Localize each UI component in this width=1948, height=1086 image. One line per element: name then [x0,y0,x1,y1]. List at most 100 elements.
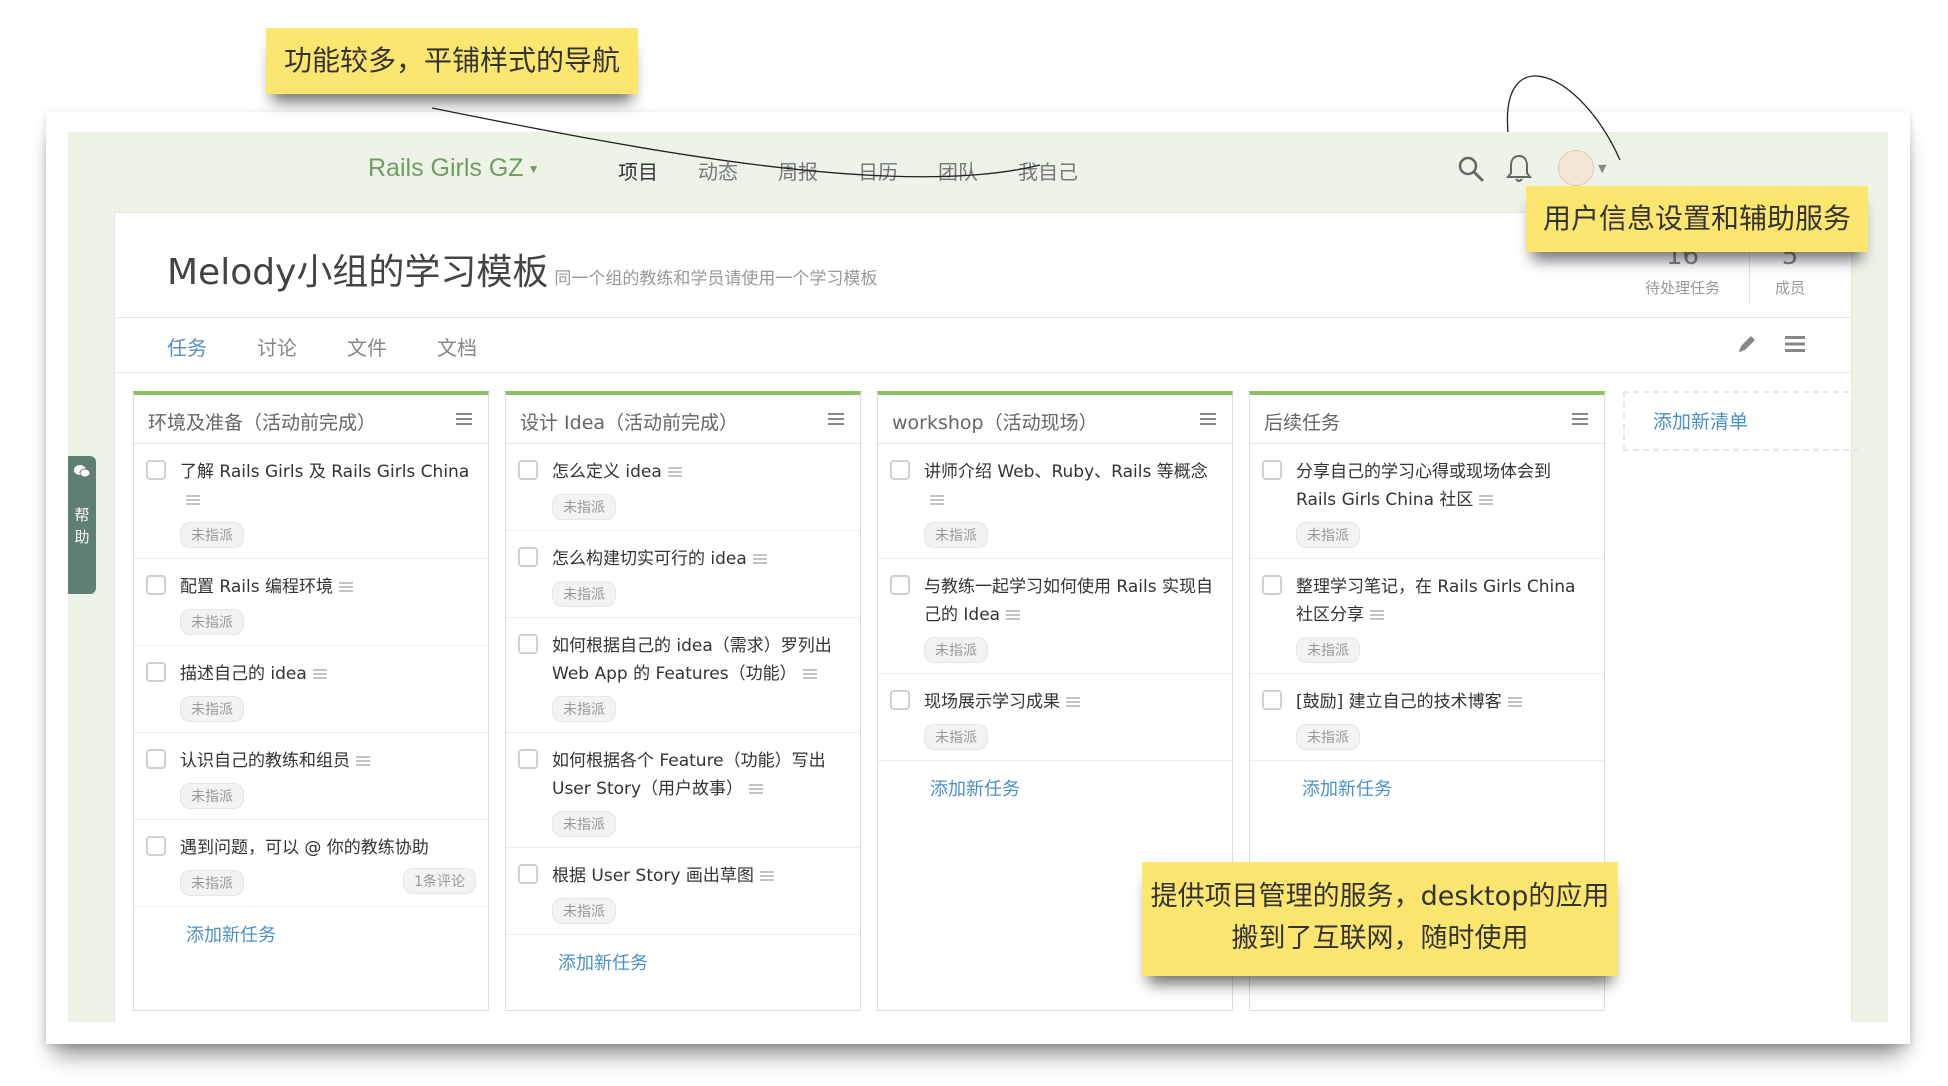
task-item[interactable]: 如何根据自己的 idea（需求）罗列出 Web App 的 Features（功… [506,618,860,733]
pencil-icon[interactable] [1735,332,1759,356]
note-lines-icon [930,495,944,505]
note-lines-icon [1507,697,1522,707]
nav-item-weekly[interactable]: 周报 [778,156,818,185]
task-checkbox[interactable] [146,749,166,769]
list-menu-icon[interactable] [1570,409,1590,429]
task-title: 现场展示学习成果 [924,692,1060,712]
task-item[interactable]: 怎么定义 idea 未指派 [506,444,860,531]
list-header: 后续任务 [1250,395,1604,444]
assignee-badge[interactable]: 未指派 [1296,724,1360,750]
task-title: 与教练一起学习如何使用 Rails 实现自己的 Idea [924,577,1213,625]
task-item[interactable]: 遇到问题，可以 @ 你的教练协助 未指派 1条评论 [134,820,488,907]
task-checkbox[interactable] [1262,690,1282,710]
task-title: 如何根据自己的 idea（需求）罗列出 Web App 的 Features（功… [552,636,832,684]
comment-count-badge[interactable]: 1条评论 [403,868,476,894]
task-item[interactable]: 讲师介绍 Web、Ruby、Rails 等概念 未指派 [878,444,1232,559]
task-item[interactable]: 了解 Rails Girls 及 Rails Girls China 未指派 [134,444,488,559]
add-task-link[interactable]: 添加新任务 [506,935,860,975]
task-item[interactable]: 现场展示学习成果 未指派 [878,674,1232,761]
task-checkbox[interactable] [890,575,910,595]
task-item[interactable]: 认识自己的教练和组员 未指派 [134,733,488,820]
assignee-badge[interactable]: 未指派 [552,494,616,520]
tab-discussion[interactable]: 讨论 [257,332,297,361]
task-title: 怎么构建切实可行的 idea [552,549,747,569]
task-title: 讲师介绍 Web、Ruby、Rails 等概念 [924,462,1208,482]
assignee-badge[interactable]: 未指派 [180,522,244,548]
task-item[interactable]: 根据 User Story 画出草图 未指派 [506,848,860,935]
task-checkbox[interactable] [146,662,166,682]
task-item[interactable]: 与教练一起学习如何使用 Rails 实现自己的 Idea 未指派 [878,559,1232,674]
assignee-badge[interactable]: 未指派 [552,811,616,837]
nav-item-calendar[interactable]: 日历 [858,156,898,185]
assignee-badge[interactable]: 未指派 [180,609,244,635]
assignee-badge[interactable]: 未指派 [552,696,616,722]
note-lines-icon [356,756,370,766]
assignee-badge[interactable]: 未指派 [180,870,244,896]
assignee-badge[interactable]: 未指派 [924,724,988,750]
assignee-badge[interactable]: 未指派 [180,783,244,809]
task-title: 怎么定义 idea [552,462,662,482]
task-item[interactable]: 配置 Rails 编程环境 未指派 [134,559,488,646]
search-icon[interactable] [1456,154,1486,184]
team-switcher[interactable]: Rails Girls GZ ▼ [368,154,539,183]
task-item[interactable]: 整理学习笔记，在 Rails Girls China 社区分享 未指派 [1250,559,1604,674]
nav-item-projects[interactable]: 项目 [618,156,658,185]
add-task-link[interactable]: 添加新任务 [1250,761,1604,801]
add-list-link[interactable]: 添加新清单 [1653,407,1748,434]
chat-icon [74,465,91,478]
list-menu-icon[interactable] [454,409,474,429]
nav-item-me[interactable]: 我自己 [1018,156,1078,185]
task-item[interactable]: 如何根据各个 Feature（功能）写出 User Story（用户故事） 未指… [506,733,860,848]
nav-item-team[interactable]: 团队 [938,156,978,185]
main-nav: 项目 动态 周报 日历 团队 我自己 [618,156,1078,185]
list-header: 设计 Idea（活动前完成） [506,395,860,444]
assignee-badge[interactable]: 未指派 [1296,522,1360,548]
task-checkbox[interactable] [518,460,538,480]
task-item[interactable]: 描述自己的 idea 未指派 [134,646,488,733]
list-menu-icon[interactable] [826,409,846,429]
task-title: 如何根据各个 Feature（功能）写出 User Story（用户故事） [552,751,826,799]
assignee-badge[interactable]: 未指派 [1296,637,1360,663]
assignee-badge[interactable]: 未指派 [552,581,616,607]
add-task-link[interactable]: 添加新任务 [134,907,488,947]
task-checkbox[interactable] [518,547,538,567]
user-avatar[interactable] [1558,150,1594,186]
tab-tasks[interactable]: 任务 [167,332,207,361]
task-item[interactable]: 怎么构建切实可行的 idea 未指派 [506,531,860,618]
task-checkbox[interactable] [146,836,166,856]
menu-icon[interactable] [1783,332,1807,356]
project-tabs: 任务 讨论 文件 文档 [167,332,477,361]
tab-docs[interactable]: 文档 [437,332,477,361]
task-item[interactable]: [鼓励] 建立自己的技术博客 未指派 [1250,674,1604,761]
note-lines-icon [338,582,353,592]
task-checkbox[interactable] [890,460,910,480]
task-checkbox[interactable] [518,864,538,884]
task-checkbox[interactable] [518,749,538,769]
list-menu-icon[interactable] [1198,409,1218,429]
annotation-nav-note: 功能较多，平铺样式的导航 [266,28,638,94]
bell-icon[interactable] [1504,152,1534,184]
note-lines-icon [186,495,200,505]
note-lines-icon [1370,610,1384,620]
task-checkbox[interactable] [1262,460,1282,480]
task-checkbox[interactable] [518,634,538,654]
task-title: 分享自己的学习心得或现场体会到 Rails Girls China 社区 [1296,462,1551,510]
assignee-badge[interactable]: 未指派 [924,637,988,663]
list-title: 设计 Idea（活动前完成） [520,412,739,434]
tab-files[interactable]: 文件 [347,332,387,361]
task-item[interactable]: 分享自己的学习心得或现场体会到 Rails Girls China 社区 未指派 [1250,444,1604,559]
task-checkbox[interactable] [146,460,166,480]
task-checkbox[interactable] [890,690,910,710]
add-task-link[interactable]: 添加新任务 [878,761,1232,801]
help-tab[interactable]: 帮助 [68,456,96,594]
stat-members-label: 成员 [1775,279,1806,297]
task-checkbox[interactable] [1262,575,1282,595]
avatar-dropdown-icon[interactable]: ▼ [1598,162,1606,175]
annotation-nav-text: 功能较多，平铺样式的导航 [283,44,620,77]
nav-item-activity[interactable]: 动态 [698,156,738,185]
assignee-badge[interactable]: 未指派 [552,898,616,924]
assignee-badge[interactable]: 未指派 [180,696,244,722]
add-list-area: 添加新清单 [1623,391,1859,451]
assignee-badge[interactable]: 未指派 [924,522,988,548]
task-checkbox[interactable] [146,575,166,595]
